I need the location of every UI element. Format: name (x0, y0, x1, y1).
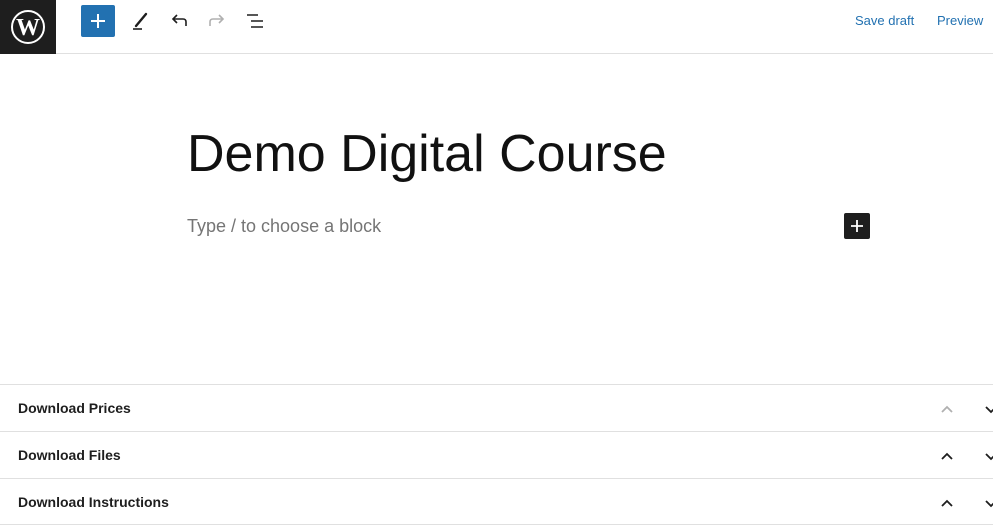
plus-icon (851, 220, 863, 232)
post-title[interactable]: Demo Digital Course (187, 122, 667, 186)
move-up-button[interactable] (935, 444, 959, 468)
chevron-down-icon (985, 453, 993, 461)
chevron-up-icon (941, 452, 953, 460)
add-block-button[interactable] (844, 213, 870, 239)
move-up-button[interactable] (935, 397, 959, 421)
chevron-up-icon (941, 499, 953, 507)
meta-box-download-instructions[interactable]: Download Instructions (0, 478, 993, 525)
pencil-icon (133, 12, 148, 30)
chevron-down-icon (985, 500, 993, 508)
editor-header: W Save draft Preview (0, 0, 993, 54)
meta-box-title: Download Files (18, 447, 121, 463)
svg-text:W: W (16, 15, 40, 41)
list-view-icon (247, 14, 263, 28)
block-inserter-button[interactable] (81, 5, 115, 37)
tools-button[interactable] (124, 5, 158, 37)
chevron-up-icon (941, 405, 953, 413)
save-draft-button[interactable]: Save draft (855, 13, 914, 28)
preview-button[interactable]: Preview (937, 13, 983, 28)
meta-box-download-files[interactable]: Download Files (0, 431, 993, 478)
redo-icon (209, 14, 225, 26)
move-down-button[interactable] (980, 491, 993, 515)
chevron-down-icon (985, 406, 993, 414)
wordpress-icon[interactable]: W (0, 0, 56, 54)
plus-icon (91, 14, 105, 28)
meta-box-download-prices[interactable]: Download Prices (0, 384, 993, 431)
block-placeholder[interactable]: Type / to choose a block (187, 216, 381, 237)
undo-icon (171, 14, 187, 26)
document-overview-button[interactable] (238, 5, 272, 37)
undo-button[interactable] (162, 5, 196, 37)
meta-box-title: Download Instructions (18, 494, 169, 510)
move-down-button[interactable] (980, 397, 993, 421)
redo-button[interactable] (200, 5, 234, 37)
meta-box-title: Download Prices (18, 400, 131, 416)
move-down-button[interactable] (980, 444, 993, 468)
move-up-button[interactable] (935, 491, 959, 515)
